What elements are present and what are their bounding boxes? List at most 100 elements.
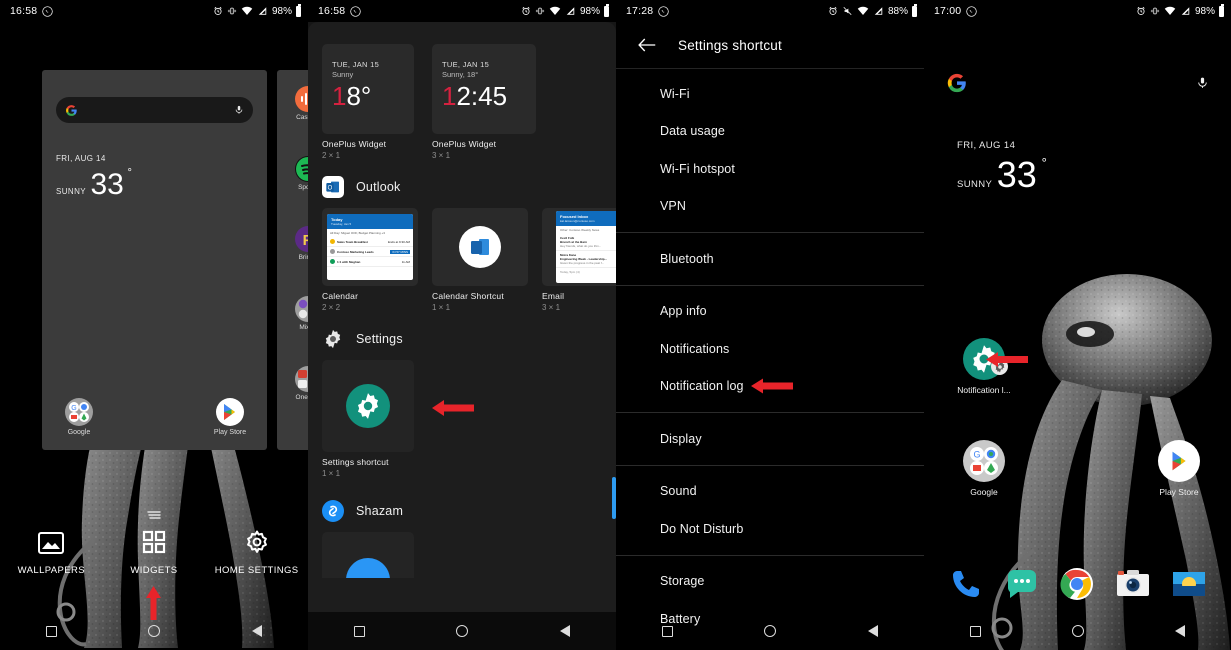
- wallpapers-button[interactable]: WALLPAPERS: [5, 532, 97, 576]
- spotify-icon: [295, 156, 308, 182]
- widget-card-oneplus-3x1[interactable]: TUE, JAN 15 Sunny, 18° 12:45 OnePlus Wid…: [432, 44, 536, 160]
- recents-button[interactable]: [353, 625, 365, 637]
- widget-picker-sheet[interactable]: TUE, JAN 15 Sunny 18° OnePlus Widget 2 ×…: [308, 22, 616, 650]
- section-header-shazam: Shazam: [322, 500, 602, 522]
- widget-name: Calendar Shortcut: [432, 291, 504, 301]
- recents-button[interactable]: [45, 625, 57, 637]
- battery-icon: [912, 4, 917, 17]
- preview-value: 18°: [332, 83, 414, 109]
- list-item-notification-log[interactable]: Notification log: [616, 368, 924, 406]
- vibrate-icon: [227, 7, 237, 15]
- widget-card-settings-shortcut[interactable]: Settings shortcut 1 × 1: [322, 360, 414, 478]
- event-dot: [330, 259, 335, 264]
- widget-card-email[interactable]: Focused Inbox kat.larsson@contoso.com 3 …: [542, 208, 616, 312]
- status-bar: 17:00 98%: [924, 0, 1231, 22]
- svg-text:O: O: [328, 186, 333, 192]
- gallery-icon[interactable]: [1171, 566, 1207, 602]
- list-item-wifi[interactable]: Wi-Fi: [616, 75, 924, 113]
- app-play-store[interactable]: Play Store: [1145, 440, 1213, 497]
- status-left: 16:58: [10, 5, 53, 17]
- event-title: 1:1 with Meghan: [337, 259, 361, 264]
- battery-icon: [296, 4, 301, 17]
- list-divider: [616, 284, 924, 286]
- google-search-bar[interactable]: [56, 97, 253, 123]
- list-item-do-not-disturb[interactable]: Do Not Disturb: [616, 510, 924, 548]
- google-search-bar[interactable]: [924, 68, 1231, 98]
- widget-name: Settings shortcut: [322, 457, 389, 467]
- weather-temperature: 33 °: [90, 168, 131, 200]
- widget-card-calendar-shortcut[interactable]: Calendar Shortcut 1 × 1: [432, 208, 528, 312]
- preview-value: 12:45: [442, 83, 536, 109]
- app-play-store[interactable]: Play Store: [207, 398, 253, 436]
- chrome-icon[interactable]: [1059, 566, 1095, 602]
- recents-button[interactable]: [661, 625, 673, 637]
- app-castbox[interactable]: Castbox: [285, 86, 308, 121]
- app-label: Google: [970, 487, 998, 497]
- home-button[interactable]: [1071, 625, 1084, 637]
- settings-shortcut-preview: [322, 360, 414, 452]
- oneplus-widget-preview-2x1: TUE, JAN 15 Sunny 18°: [322, 44, 414, 134]
- list-item-display[interactable]: Display: [616, 420, 924, 458]
- weather-widget[interactable]: FRI, AUG 14 SUNNY 33 °: [56, 148, 132, 200]
- app-label: Google: [67, 429, 91, 436]
- home-screen-preview[interactable]: FRI, AUG 14 SUNNY 33 ° G Google Play Sto…: [42, 70, 267, 450]
- app-mixed-folder[interactable]: Mixed: [285, 296, 308, 331]
- app-bringo[interactable]: R Bringo: [285, 226, 308, 261]
- status-left: 16:58: [318, 5, 361, 17]
- panel-home-edit: 16:58 98% FRI, AUG 14 SUNNY 33 ° G Googl…: [0, 0, 308, 650]
- list-item-data-usage[interactable]: Data usage: [616, 113, 924, 151]
- app-google-folder[interactable]: G Google: [56, 398, 102, 436]
- list-item-wifi-hotspot[interactable]: Wi-Fi hotspot: [616, 150, 924, 188]
- home-screen-preview-next[interactable]: Castbox Spotify R Bringo: [277, 70, 308, 450]
- back-button[interactable]: [252, 625, 263, 637]
- widget-card-calendar[interactable]: Today Tuesday, Jan 5 All Day: Miguel OOF…: [322, 208, 418, 312]
- home-button[interactable]: [148, 625, 161, 637]
- recents-button[interactable]: [969, 625, 981, 637]
- vibrate-icon: [535, 7, 545, 15]
- home-button[interactable]: [456, 625, 469, 637]
- app-google-folder[interactable]: G Google: [950, 440, 1018, 497]
- back-button[interactable]: [868, 625, 879, 637]
- widget-card-oneplus-2x1[interactable]: TUE, JAN 15 Sunny 18° OnePlus Widget 2 ×…: [322, 44, 414, 160]
- list-item-storage[interactable]: Storage: [616, 563, 924, 601]
- list-divider: [616, 232, 924, 233]
- app-label: Play Store: [1159, 487, 1199, 497]
- battery-percent: 98%: [1194, 5, 1215, 17]
- google-g-icon[interactable]: [946, 72, 968, 94]
- svg-text:G: G: [973, 450, 980, 460]
- messages-icon[interactable]: [1004, 566, 1040, 602]
- event-time: 11 AM: [401, 259, 410, 264]
- shazam-widget-card-partial[interactable]: [322, 532, 414, 578]
- alarm-icon: [829, 6, 837, 15]
- list-item-sound[interactable]: Sound: [616, 473, 924, 511]
- back-button[interactable]: [560, 625, 571, 637]
- home-edit-options: WALLPAPERS WIDGETS HOME SETTINGS: [0, 530, 308, 576]
- list-item-notifications[interactable]: Notifications: [616, 330, 924, 368]
- back-arrow-icon[interactable]: [638, 37, 656, 53]
- home-settings-button[interactable]: HOME SETTINGS: [211, 530, 303, 576]
- app-spotify[interactable]: Spotify: [285, 156, 308, 191]
- app-oneplus-folder[interactable]: OnePlus: [285, 366, 308, 401]
- microphone-icon[interactable]: [234, 105, 244, 115]
- widgets-icon: [142, 530, 166, 554]
- list-item-bluetooth[interactable]: Bluetooth: [616, 240, 924, 278]
- microphone-icon[interactable]: [1196, 74, 1209, 92]
- calendar-row: 1:1 with Meghan 11 AM: [327, 257, 413, 267]
- weather-widget[interactable]: FRI, AUG 14 SUNNY 33 °: [957, 135, 1047, 193]
- status-bar: 16:58 98%: [308, 0, 616, 22]
- widgets-button[interactable]: WIDGETS: [108, 530, 200, 576]
- camera-icon[interactable]: [1115, 566, 1151, 602]
- signal-icon: [874, 7, 883, 15]
- weather-degree-symbol: °: [127, 167, 132, 179]
- list-divider: [616, 412, 924, 413]
- phone-icon[interactable]: [948, 566, 984, 602]
- list-item-app-info[interactable]: App info: [616, 293, 924, 331]
- settings-shortcut-header: Settings shortcut: [616, 22, 924, 68]
- list-item-vpn[interactable]: VPN: [616, 188, 924, 226]
- home-preview-apps: G Google Play Store: [42, 398, 267, 436]
- whatsapp-icon: [966, 5, 977, 17]
- back-button[interactable]: [1175, 625, 1186, 637]
- calendar-preview-art: Today Tuesday, Jan 5 All Day: Miguel OOF…: [327, 214, 413, 280]
- home-button[interactable]: [764, 625, 777, 637]
- widget-name: Email: [542, 291, 565, 301]
